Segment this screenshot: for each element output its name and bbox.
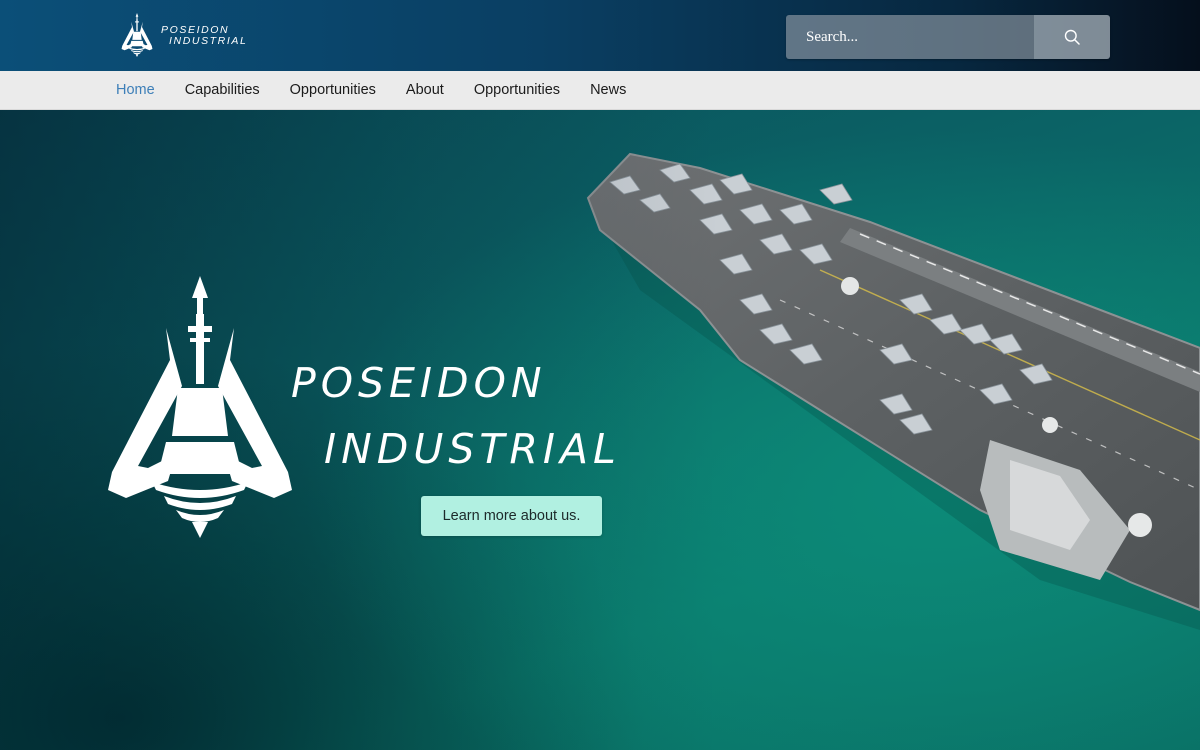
hero-section: POSEIDON INDUSTRIAL Learn more about us.: [0, 110, 1200, 750]
brand-line-2: INDUSTRIAL: [169, 35, 248, 47]
trident-ship-logo-icon: [121, 13, 153, 57]
main-nav: Home Capabilities Opportunities About Op…: [0, 71, 1200, 110]
nav-item-opportunities: Opportunities: [290, 81, 376, 99]
hero-title: POSEIDON INDUSTRIAL: [291, 360, 621, 472]
nav-link-opportunities-2[interactable]: Opportunities: [474, 82, 560, 98]
nav-link-capabilities[interactable]: Capabilities: [185, 82, 260, 98]
search-input[interactable]: [786, 15, 1034, 59]
brand-wordmark: POSEIDON INDUSTRIAL: [161, 25, 247, 47]
hero-title-line-2: INDUSTRIAL: [324, 425, 621, 473]
nav-item-capabilities: Capabilities: [185, 81, 260, 99]
nav-link-opportunities[interactable]: Opportunities: [290, 82, 376, 98]
site-header: POSEIDON INDUSTRIAL: [0, 0, 1200, 71]
search-icon: [1064, 29, 1080, 45]
nav-item-about: About: [406, 81, 444, 99]
brand-logo-link[interactable]: POSEIDON INDUSTRIAL: [117, 13, 247, 57]
nav-link-news[interactable]: News: [590, 82, 626, 98]
nav-link-about[interactable]: About: [406, 82, 444, 98]
nav-link-home[interactable]: Home: [116, 82, 155, 98]
hero-title-line-1: POSEIDON: [291, 359, 547, 407]
nav-item-opportunities-2: Opportunities: [474, 81, 560, 99]
search-button[interactable]: [1034, 15, 1110, 59]
learn-more-button[interactable]: Learn more about us.: [421, 496, 602, 536]
trident-ship-emblem-icon: [108, 276, 292, 538]
nav-item-news: News: [590, 81, 626, 99]
nav-item-home: Home: [116, 81, 155, 99]
search-form: [786, 15, 1110, 59]
nav-list: Home Capabilities Opportunities About Op…: [116, 71, 656, 109]
